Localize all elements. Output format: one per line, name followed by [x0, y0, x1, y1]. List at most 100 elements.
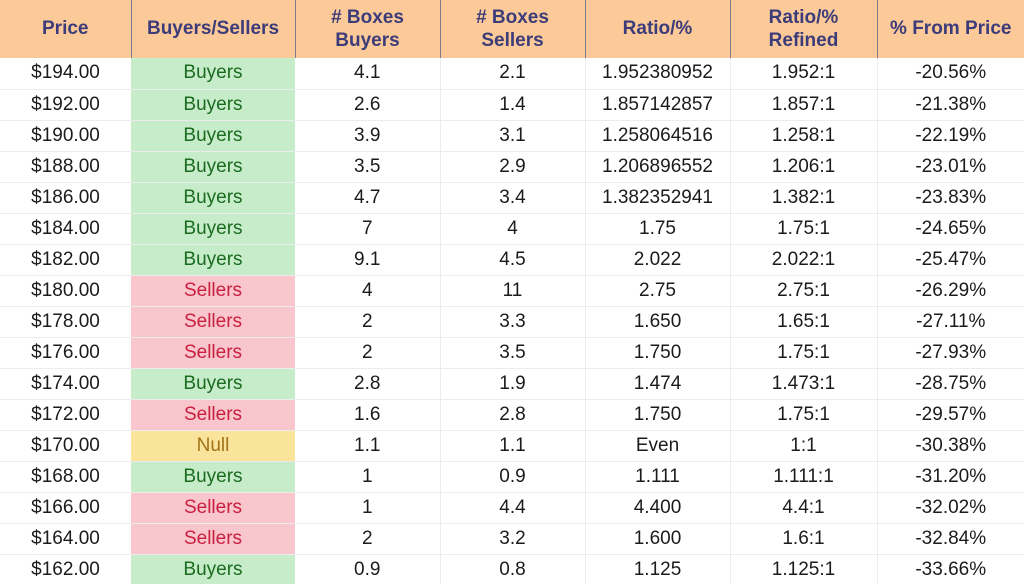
- cell-boxes_sellers: 2.1: [440, 58, 586, 90]
- cell-ratio_pct: 1.952380952: [585, 58, 731, 90]
- cell-pct_from_price: -23.83%: [877, 182, 1024, 214]
- column-header-price[interactable]: Price: [0, 0, 132, 58]
- column-header-boxes_buyers[interactable]: # Boxes Buyers: [295, 0, 441, 58]
- cell-price: $184.00: [0, 213, 131, 245]
- signal-badge: Buyers: [131, 554, 295, 584]
- signal-badge: Sellers: [131, 275, 295, 307]
- cell-ratio_refined: 1.75:1: [730, 399, 878, 431]
- cell-ratio_pct: 2.75: [585, 275, 731, 307]
- cell-price: $188.00: [0, 151, 131, 183]
- cell-pct_from_price: -29.57%: [877, 399, 1024, 431]
- cell-price: $174.00: [0, 368, 131, 400]
- signal-badge: Sellers: [131, 306, 295, 338]
- table-row: $188.00 Buyers 3.5 2.9 1.206896552 1.206:1 -23…: [0, 151, 1024, 183]
- cell-ratio_refined: 1.6:1: [730, 523, 878, 555]
- cell-pct_from_price: -33.66%: [877, 554, 1024, 584]
- cell-pct_from_price: -23.01%: [877, 151, 1024, 183]
- cell-price: $192.00: [0, 89, 131, 121]
- signal-badge: Sellers: [131, 337, 295, 369]
- order-book-ratio-table: Price Buyers/Sellers # Boxes Buyers # Boxes…: [0, 0, 1024, 584]
- table-body: $194.00 Buyers 4.1 2.1 1.952380952 1.952:1 -20…: [0, 58, 1024, 584]
- cell-boxes_sellers: 3.1: [440, 120, 586, 152]
- cell-boxes_sellers: 2.8: [440, 399, 586, 431]
- cell-price: $186.00: [0, 182, 131, 214]
- cell-ratio_refined: 2.022:1: [730, 244, 878, 276]
- cell-ratio_refined: 1.111:1: [730, 461, 878, 493]
- signal-badge: Sellers: [131, 399, 295, 431]
- cell-price: $168.00: [0, 461, 131, 493]
- cell-boxes_sellers: 2.9: [440, 151, 586, 183]
- signal-badge: Buyers: [131, 58, 295, 90]
- signal-badge: Buyers: [131, 120, 295, 152]
- cell-price: $164.00: [0, 523, 131, 555]
- cell-ratio_refined: 2.75:1: [730, 275, 878, 307]
- cell-ratio_refined: 1.75:1: [730, 213, 878, 245]
- cell-boxes_sellers: 1.9: [440, 368, 586, 400]
- cell-boxes_buyers: 3.5: [295, 151, 441, 183]
- table-row: $172.00 Sellers 1.6 2.8 1.750 1.75:1 -29.57%: [0, 399, 1024, 431]
- cell-boxes_sellers: 1.4: [440, 89, 586, 121]
- table-row: $184.00 Buyers 7 4 1.75 1.75:1 -24.65%: [0, 213, 1024, 245]
- signal-badge: Sellers: [131, 492, 295, 524]
- cell-pct_from_price: -32.02%: [877, 492, 1024, 524]
- cell-ratio_refined: 1.125:1: [730, 554, 878, 584]
- cell-boxes_sellers: 0.9: [440, 461, 586, 493]
- cell-boxes_sellers: 3.4: [440, 182, 586, 214]
- cell-ratio_pct: 1.206896552: [585, 151, 731, 183]
- cell-price: $194.00: [0, 58, 131, 90]
- cell-boxes_buyers: 2: [295, 523, 441, 555]
- cell-ratio_pct: 1.258064516: [585, 120, 731, 152]
- cell-price: $166.00: [0, 492, 131, 524]
- cell-price: $180.00: [0, 275, 131, 307]
- cell-ratio_pct: 1.650: [585, 306, 731, 338]
- cell-ratio_refined: 1.75:1: [730, 337, 878, 369]
- cell-ratio_pct: 1.857142857: [585, 89, 731, 121]
- column-header-ratio_pct[interactable]: Ratio/%: [585, 0, 731, 58]
- cell-pct_from_price: -21.38%: [877, 89, 1024, 121]
- table-row: $192.00 Buyers 2.6 1.4 1.857142857 1.857:1 -21…: [0, 89, 1024, 121]
- cell-boxes_buyers: 9.1: [295, 244, 441, 276]
- cell-boxes_sellers: 4.4: [440, 492, 586, 524]
- header-row: Price Buyers/Sellers # Boxes Buyers # Boxes…: [0, 0, 1024, 58]
- cell-price: $190.00: [0, 120, 131, 152]
- column-header-ratio_refined[interactable]: Ratio/% Refined: [730, 0, 878, 58]
- cell-price: $170.00: [0, 430, 131, 462]
- cell-ratio_pct: 1.750: [585, 337, 731, 369]
- cell-ratio_refined: 1.65:1: [730, 306, 878, 338]
- cell-ratio_refined: 1.857:1: [730, 89, 878, 121]
- cell-boxes_buyers: 2.6: [295, 89, 441, 121]
- column-header-boxes_sellers[interactable]: # Boxes Sellers: [440, 0, 586, 58]
- cell-ratio_refined: 1.206:1: [730, 151, 878, 183]
- cell-boxes_sellers: 3.5: [440, 337, 586, 369]
- table-row: $186.00 Buyers 4.7 3.4 1.382352941 1.382:1 -23…: [0, 182, 1024, 214]
- cell-boxes_sellers: 0.8: [440, 554, 586, 584]
- cell-boxes_sellers: 3.3: [440, 306, 586, 338]
- cell-ratio_refined: 1:1: [730, 430, 878, 462]
- signal-badge: Buyers: [131, 89, 295, 121]
- cell-boxes_buyers: 4: [295, 275, 441, 307]
- cell-ratio_pct: 1.111: [585, 461, 731, 493]
- table-row: $170.00 Null 1.1 1.1 Even 1:1 -30.38%: [0, 430, 1024, 462]
- cell-pct_from_price: -32.84%: [877, 523, 1024, 555]
- cell-ratio_pct: 1.474: [585, 368, 731, 400]
- table-row: $166.00 Sellers 1 4.4 4.400 4.4:1 -32.02%: [0, 492, 1024, 524]
- signal-badge: Buyers: [131, 213, 295, 245]
- column-header-buyers_sellers[interactable]: Buyers/Sellers: [131, 0, 296, 58]
- cell-ratio_refined: 1.952:1: [730, 58, 878, 90]
- cell-pct_from_price: -30.38%: [877, 430, 1024, 462]
- cell-boxes_buyers: 2: [295, 306, 441, 338]
- cell-ratio_pct: 1.75: [585, 213, 731, 245]
- signal-badge: Buyers: [131, 461, 295, 493]
- cell-boxes_sellers: 3.2: [440, 523, 586, 555]
- cell-boxes_buyers: 7: [295, 213, 441, 245]
- cell-price: $178.00: [0, 306, 131, 338]
- table-row: $178.00 Sellers 2 3.3 1.650 1.65:1 -27.11%: [0, 306, 1024, 338]
- cell-boxes_buyers: 2: [295, 337, 441, 369]
- cell-boxes_buyers: 1.6: [295, 399, 441, 431]
- table-header: Price Buyers/Sellers # Boxes Buyers # Boxes…: [0, 0, 1024, 58]
- table-row: $182.00 Buyers 9.1 4.5 2.022 2.022:1 -25.47%: [0, 244, 1024, 276]
- signal-badge: Sellers: [131, 523, 295, 555]
- cell-pct_from_price: -31.20%: [877, 461, 1024, 493]
- column-header-pct_from_price[interactable]: % From Price: [877, 0, 1024, 58]
- signal-badge: Null: [131, 430, 295, 462]
